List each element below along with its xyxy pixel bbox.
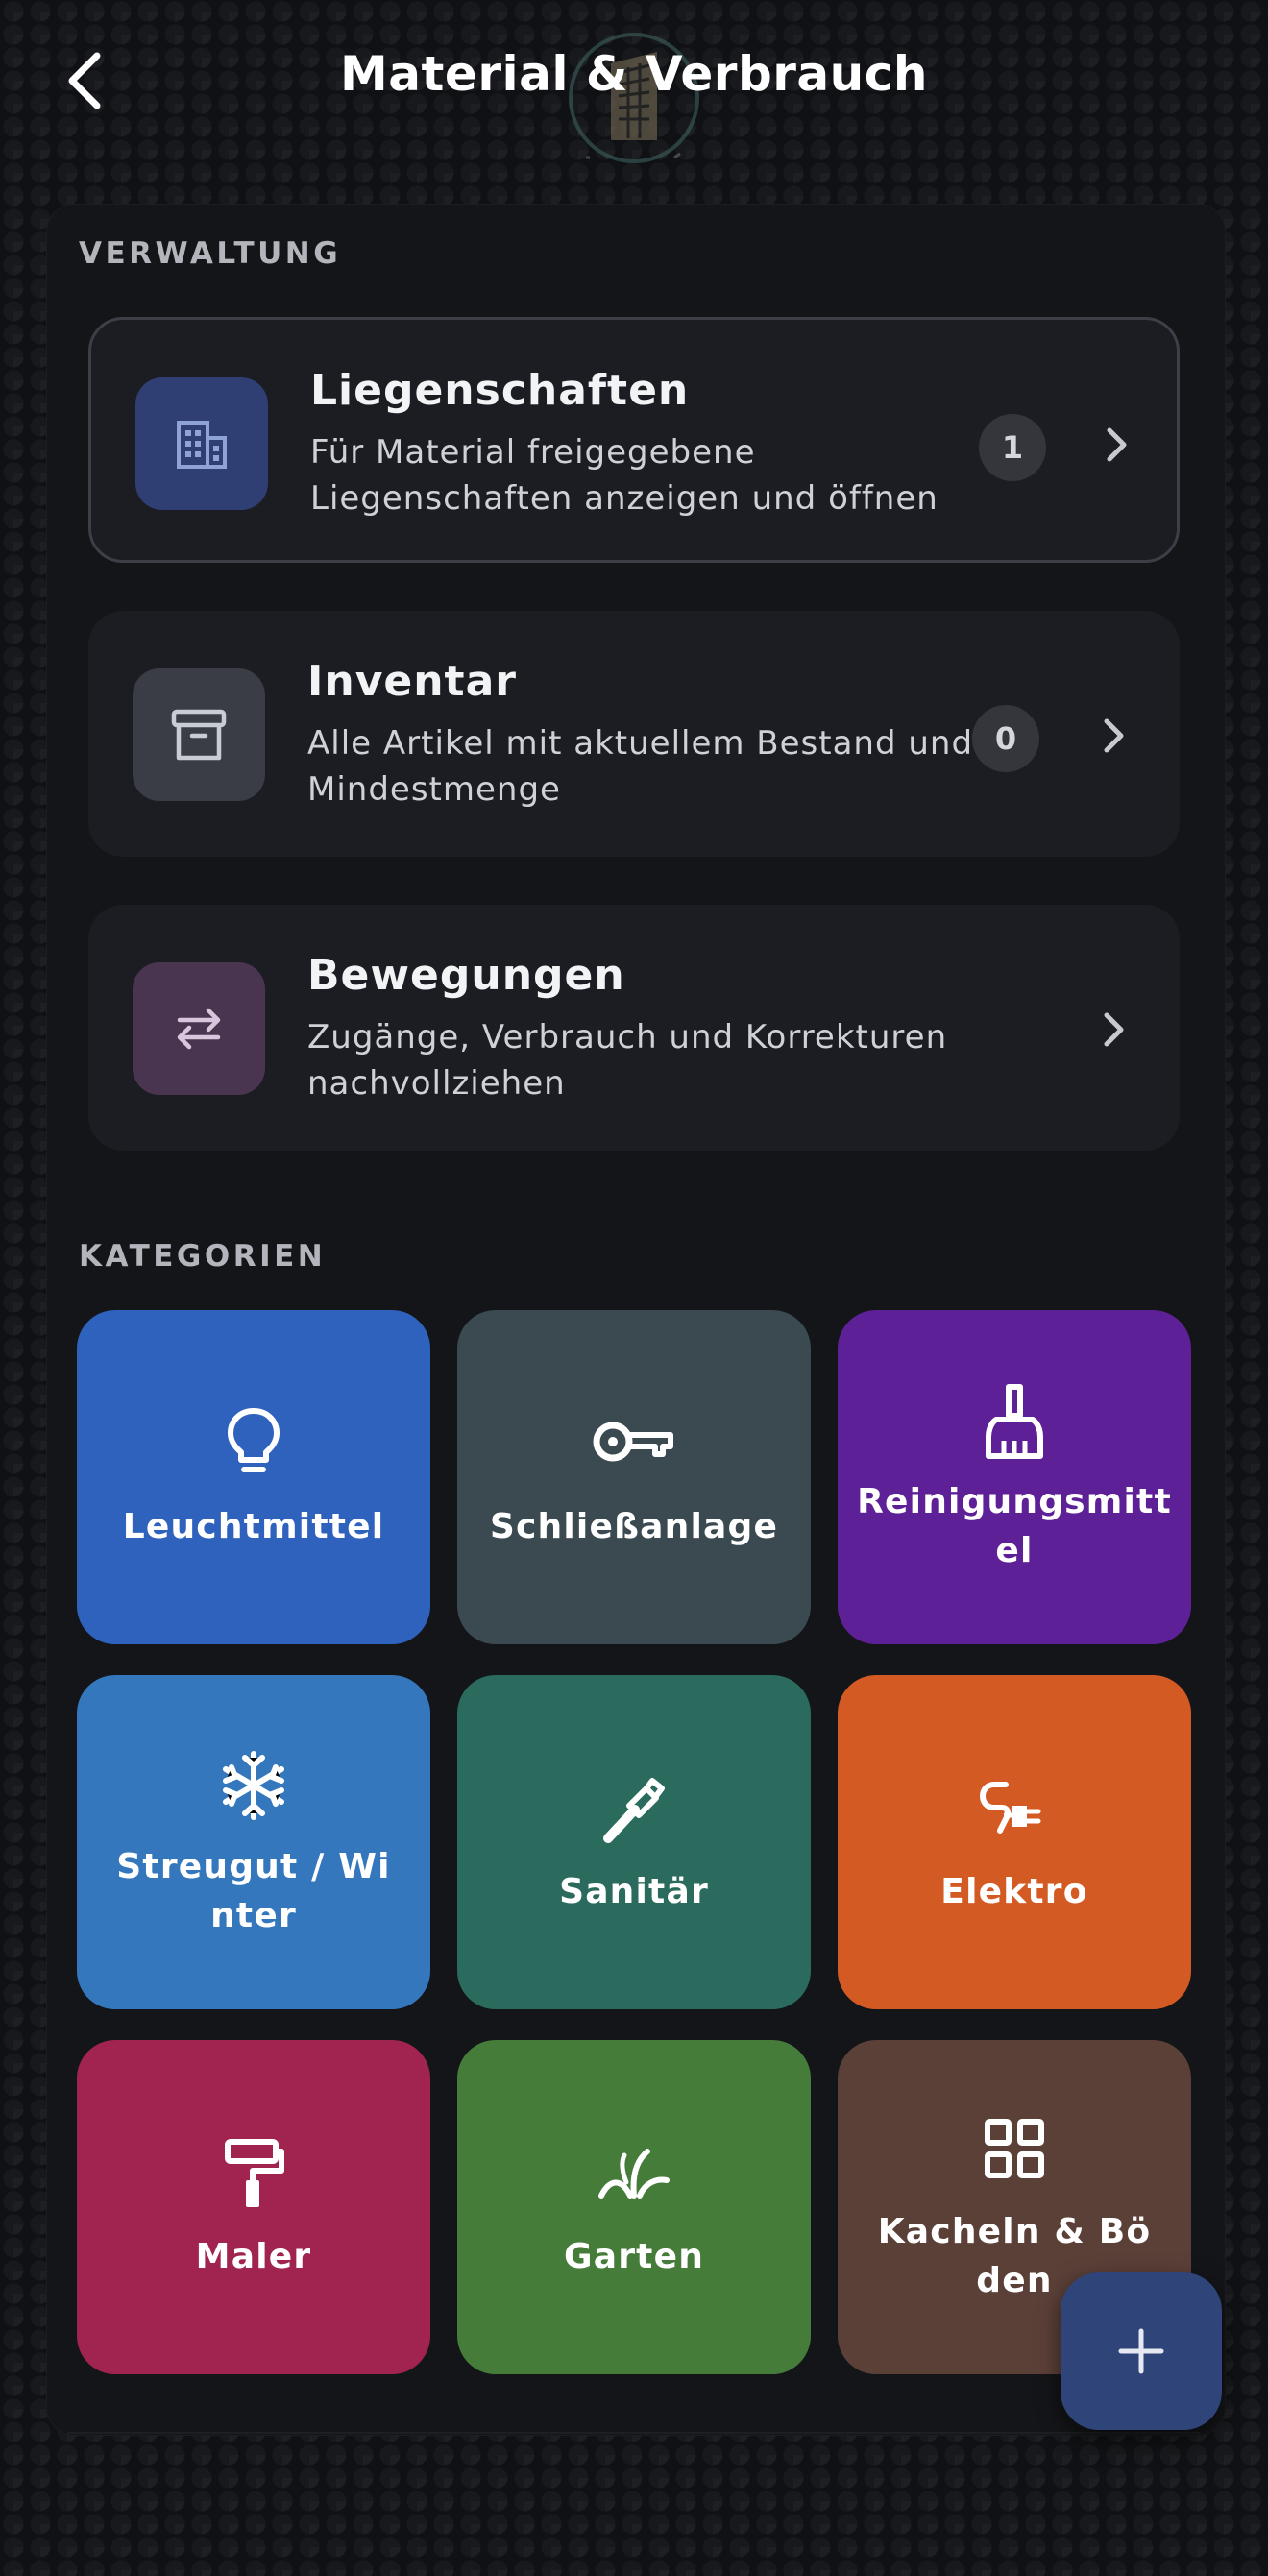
building-icon [177, 421, 227, 469]
card-description: Zugänge, Verbrauch und Korrekturen nachv… [307, 1018, 948, 1103]
tile-streugut-winter[interactable]: Streugut / Winter [77, 1675, 430, 2009]
swap-arrows-icon [177, 1008, 221, 1050]
chevron-right-icon [1087, 707, 1141, 765]
broom-icon [838, 1383, 1191, 1462]
tile-maler[interactable]: Maler [77, 2040, 430, 2374]
count-badge: 1 [979, 414, 1046, 481]
tile-label: Leuchtmittel [122, 1507, 385, 1546]
plug-icon [838, 1777, 1191, 1838]
add-button[interactable] [1061, 2272, 1222, 2430]
pipe-wrench-icon [457, 1775, 811, 1844]
card-inventar[interactable]: Inventar Alle Artikel mit aktuellem Best… [88, 611, 1180, 857]
card-liegenschaften[interactable]: Liegenschaften Für Material freigegebene… [88, 317, 1180, 563]
section-label-verwaltung: VERWALTUNG [79, 236, 342, 271]
paint-roller-icon [77, 2138, 430, 2209]
tile-leuchtmittel[interactable]: Leuchtmittel [77, 1310, 430, 1644]
card-description: Für Material freigegebene Liegenschaften… [310, 433, 939, 518]
chevron-right-icon [1087, 1001, 1141, 1058]
card-title: Inventar [307, 657, 517, 706]
count-badge: 0 [972, 705, 1039, 772]
archive-box-icon [171, 709, 227, 761]
tile-label: Maler [195, 2237, 312, 2276]
tile-garten[interactable]: Garten [457, 2040, 811, 2374]
top-bar: Material & Verbrauch [0, 0, 1268, 182]
card-title: Liegenschaften [310, 366, 690, 415]
chevron-right-icon [1090, 416, 1144, 474]
grass-icon [457, 2148, 811, 2199]
card-icon-container [133, 962, 265, 1095]
card-bewegungen[interactable]: Bewegungen Zugänge, Verbrauch und Korrek… [88, 905, 1180, 1151]
lightbulb-icon [77, 1406, 430, 1477]
tile-label: Reinigungsmittel [857, 1482, 1172, 1570]
tile-sanitaer[interactable]: Sanitär [457, 1675, 811, 2009]
tile-label: Sanitär [559, 1872, 709, 1911]
page-title: Material & Verbrauch [340, 46, 928, 102]
section-label-kategorien: KATEGORIEN [79, 1239, 327, 1274]
tile-schliessanlage[interactable]: Schließanlage [457, 1310, 811, 1644]
tile-label: Schließanlage [489, 1507, 779, 1546]
tile-label: Garten [563, 2237, 705, 2276]
tile-reinigungsmittel[interactable]: Reinigungsmittel [838, 1310, 1191, 1644]
plus-icon [1118, 2328, 1164, 2374]
key-icon [457, 1416, 811, 1468]
tile-label: Elektro [940, 1872, 1088, 1911]
card-title: Bewegungen [307, 951, 625, 1000]
divider [67, 2432, 1201, 2434]
tiles-grid-icon [838, 2117, 1191, 2180]
card-icon-container [133, 668, 265, 801]
tile-label: Streugut / Winter [116, 1847, 391, 1935]
snowflake-icon [77, 1750, 430, 1821]
tile-elektro[interactable]: Elektro [838, 1675, 1191, 2009]
card-icon-container [135, 377, 268, 510]
card-description: Alle Artikel mit aktuellem Bestand und M… [307, 724, 974, 809]
